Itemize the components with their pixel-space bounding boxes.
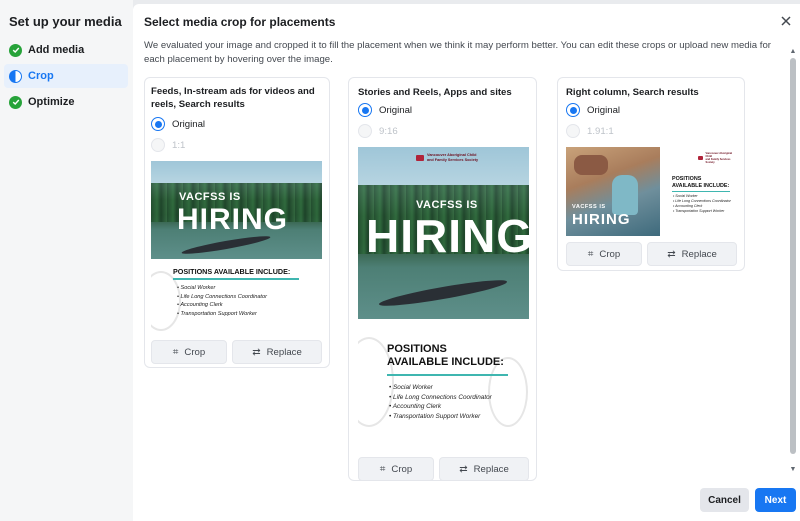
- in-progress-icon: [9, 69, 22, 83]
- card-title: Feeds, In-stream ads for videos and reel…: [151, 86, 315, 110]
- replace-button[interactable]: ⇄ Replace: [439, 457, 529, 481]
- radio-selected-icon: [358, 103, 372, 117]
- radio-icon: [358, 124, 372, 138]
- positions-list: • Social Worker • Life Long Connections …: [177, 285, 267, 317]
- placement-card-right-column: Right column, Search results Original 1.…: [557, 77, 745, 271]
- headline-big: HIRING: [366, 210, 529, 262]
- next-button[interactable]: Next: [755, 488, 796, 512]
- positions-list: • Social Worker • Life Long Connections …: [389, 384, 492, 420]
- sidebar-title: Set up your media: [9, 14, 122, 29]
- headline-small: VACFSS IS: [179, 191, 241, 203]
- swap-icon: ⇄: [459, 463, 468, 475]
- swap-icon: ⇄: [252, 346, 261, 358]
- check-circle-icon: [9, 95, 22, 109]
- option-label: Original: [587, 104, 621, 116]
- option-label: 1:1: [172, 139, 186, 151]
- option-1-1[interactable]: 1:1: [151, 138, 185, 152]
- card-title: Right column, Search results: [566, 87, 699, 98]
- positions-list: • Social Worker • Life Long Connections …: [673, 194, 731, 213]
- option-label: Original: [172, 118, 206, 130]
- ad-preview-square[interactable]: VACFSS IS HIRING POSITIONS AVAILABLE INC…: [151, 161, 322, 333]
- scroll-up-icon[interactable]: ▲: [789, 48, 797, 55]
- scroll-down-icon[interactable]: ▼: [789, 466, 797, 473]
- crop-button[interactable]: ⌗ Crop: [151, 340, 227, 364]
- radio-selected-icon: [566, 103, 580, 117]
- radio-selected-icon: [151, 117, 165, 131]
- crop-button[interactable]: ⌗ Crop: [358, 457, 434, 481]
- replace-button[interactable]: ⇄ Replace: [232, 340, 322, 364]
- positions-title: POSITIONS AVAILABLE INCLUDE:: [173, 267, 291, 276]
- option-original[interactable]: Original: [358, 103, 412, 117]
- step-optimize[interactable]: Optimize: [4, 90, 128, 114]
- org-logo: Vancouver Aboriginal Child and Family Ser…: [698, 152, 737, 164]
- option-label: 1.91:1: [587, 125, 614, 137]
- option-label: 9:16: [379, 125, 398, 137]
- headline-big: HIRING: [572, 211, 631, 228]
- close-icon[interactable]: [779, 14, 793, 28]
- headline-small: VACFSS IS: [572, 204, 606, 210]
- step-label: Add media: [28, 44, 85, 56]
- option-original[interactable]: Original: [566, 103, 620, 117]
- placement-card-feeds: Feeds, In-stream ads for videos and reel…: [144, 77, 330, 368]
- radio-icon: [151, 138, 165, 152]
- dialog-description: We evaluated your image and cropped it t…: [144, 40, 771, 65]
- crop-button[interactable]: ⌗ Crop: [566, 242, 642, 266]
- option-label: Original: [379, 104, 413, 116]
- step-label: Crop: [28, 70, 54, 82]
- sidebar: Set up your media Add media Crop Optimiz…: [0, 0, 133, 521]
- option-1-91-1[interactable]: 1.91:1: [566, 124, 614, 138]
- cancel-button[interactable]: Cancel: [700, 488, 749, 512]
- step-add-media[interactable]: Add media: [4, 38, 128, 62]
- crop-dialog: Select media crop for placements We eval…: [133, 4, 800, 521]
- crop-icon: ⌗: [587, 248, 594, 260]
- positions-title: POSITIONS AVAILABLE INCLUDE:: [672, 176, 730, 189]
- card-title: Stories and Reels, Apps and sites: [358, 87, 512, 98]
- check-circle-icon: [9, 43, 22, 57]
- headline-big: HIRING: [177, 203, 288, 236]
- swap-icon: ⇄: [667, 248, 676, 260]
- option-original[interactable]: Original: [151, 117, 205, 131]
- dialog-title: Select media crop for placements: [144, 15, 336, 29]
- step-label: Optimize: [28, 96, 75, 108]
- scrollbar[interactable]: ▲ ▼: [789, 48, 797, 478]
- scrollbar-thumb[interactable]: [790, 58, 796, 454]
- ad-preview-vertical[interactable]: Vancouver Aboriginal Child and Family Ser…: [358, 147, 529, 454]
- positions-title: POSITIONS AVAILABLE INCLUDE:: [387, 343, 504, 368]
- option-9-16[interactable]: 9:16: [358, 124, 398, 138]
- step-crop[interactable]: Crop: [4, 64, 128, 88]
- crop-icon: ⌗: [172, 346, 179, 358]
- ad-preview-landscape[interactable]: VACFSS IS HIRING Vancouver Aboriginal Ch…: [566, 147, 737, 236]
- crop-icon: ⌗: [379, 463, 386, 475]
- org-logo: Vancouver Aboriginal Child and Family Ser…: [416, 153, 478, 162]
- placement-card-stories: Stories and Reels, Apps and sites Origin…: [348, 77, 537, 481]
- radio-icon: [566, 124, 580, 138]
- replace-button[interactable]: ⇄ Replace: [647, 242, 737, 266]
